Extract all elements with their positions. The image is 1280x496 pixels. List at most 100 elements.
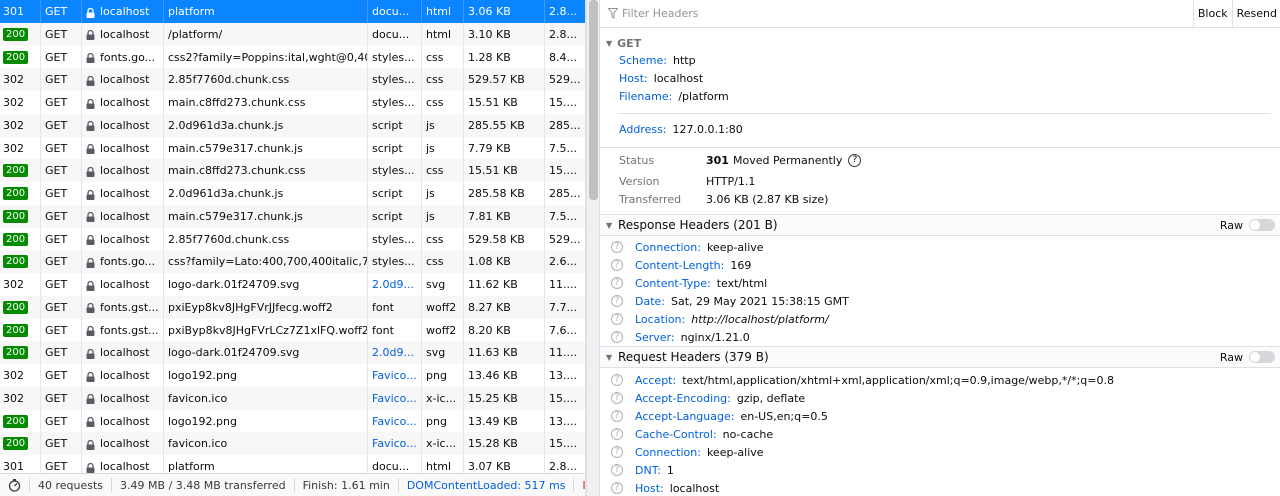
- request-row[interactable]: 200 GET fonts.gst... pxiByp8kv8JHgFVrLCz7Z1…: [0, 318, 585, 342]
- help-icon[interactable]: ?: [611, 482, 623, 494]
- request-row[interactable]: 302 GET localhost 2.85f7760d.chunk.css style…: [0, 68, 585, 92]
- initiator-cell[interactable]: 2.0d9...: [368, 341, 422, 365]
- header-row: ? Location: http://localhost/platform/: [600, 310, 1280, 328]
- transferred-cell: 13.46 KB: [464, 364, 545, 387]
- header-row: ? Connection: keep-alive: [600, 238, 1280, 256]
- request-row[interactable]: 302 GET localhost main.c8ffd273.chunk.css st…: [0, 91, 585, 114]
- header-name: Content-Length:: [635, 258, 725, 272]
- initiator-cell: styles...: [368, 250, 422, 274]
- domain-cell: localhost: [82, 113, 164, 137]
- initiator-cell[interactable]: Favico...: [368, 364, 422, 387]
- help-icon[interactable]: ?: [611, 374, 623, 386]
- network-status-bar: 40 requests 3.49 MB / 3.48 MB transferre…: [0, 473, 585, 496]
- help-icon[interactable]: ?: [611, 277, 623, 289]
- domain-text: localhost: [100, 73, 150, 87]
- file-cell: /platform/: [164, 22, 368, 46]
- header-row: ? Server: nginx/1.21.0: [600, 328, 1280, 346]
- performance-icon[interactable]: [0, 478, 30, 492]
- request-row[interactable]: 302 GET localhost logo192.png Favico... png 13…: [0, 364, 585, 387]
- request-row[interactable]: 200 GET localhost/platform/docu... html 3.10…: [0, 22, 585, 46]
- type-cell: js: [422, 182, 464, 205]
- response-headers-title: Response Headers (201 B): [618, 218, 778, 232]
- transferred-cell: 13.49 KB: [464, 409, 545, 433]
- status-cell: 200: [0, 204, 41, 228]
- help-icon[interactable]: ?: [611, 259, 623, 271]
- request-row[interactable]: 200 GET localhost logo-dark.01f24709.svg 2.0…: [0, 341, 585, 365]
- help-icon[interactable]: ?: [611, 313, 623, 325]
- transferred-cell: 8.27 KB: [464, 295, 545, 319]
- file-cell: platform: [164, 0, 368, 23]
- domain-cell: localhost: [82, 341, 164, 365]
- resend-button[interactable]: Resend: [1231, 0, 1280, 28]
- scrollbar-thumb[interactable]: [589, 0, 598, 200]
- file-cell: main.c579e317.chunk.js: [164, 136, 368, 160]
- domcontentloaded-time: DOMContentLoaded: 517 ms: [399, 478, 575, 492]
- initiator-cell[interactable]: Favico...: [368, 432, 422, 456]
- initiator-cell[interactable]: 2.0d9...: [368, 273, 422, 296]
- request-row[interactable]: 200 GET fonts.go... css2?family=Poppins:ita…: [0, 45, 585, 69]
- request-headers-section-header[interactable]: ▼ Request Headers (379 B) Raw: [600, 346, 1280, 368]
- transferred-cell: 285.58 KB: [464, 182, 545, 205]
- lock-icon: [86, 166, 95, 177]
- request-row[interactable]: 200 GET fonts.gst... pxiEyp8kv8JHgFVrJJfecg…: [0, 295, 585, 319]
- status-help-icon[interactable]: ?: [848, 153, 862, 167]
- transferred-cell: 11.62 KB: [464, 273, 545, 296]
- status-cell: 200: [0, 159, 41, 183]
- block-button[interactable]: Block: [1192, 0, 1232, 28]
- request-row[interactable]: 302 GET localhost logo-dark.01f24709.svg 2.0…: [0, 273, 585, 296]
- request-row[interactable]: 200 GET fonts.go... css?family=Lato:400,700…: [0, 250, 585, 274]
- divider: [600, 147, 1280, 148]
- lock-icon: [86, 371, 95, 382]
- request-row[interactable]: 200 GET localhost logo192.png Favico... png 13…: [0, 409, 585, 433]
- domain-text: localhost: [100, 278, 150, 291]
- response-headers-section-header[interactable]: ▼ Response Headers (201 B) Raw: [600, 214, 1280, 236]
- size-cell: 7.5...: [549, 209, 577, 223]
- request-row[interactable]: 200 GET localhost 2.0d961d3a.chunk.js script…: [0, 182, 585, 205]
- lock-icon: [86, 462, 95, 473]
- general-section-header[interactable]: ▼ GET: [600, 34, 641, 52]
- status-badge: 200: [3, 414, 29, 428]
- lock-icon: [86, 394, 95, 405]
- transferred-total: 3.49 MB / 3.48 MB transferred: [112, 478, 295, 492]
- request-row[interactable]: 200 GET localhost 2.85f7760d.chunk.css style…: [0, 227, 585, 251]
- help-icon[interactable]: ?: [611, 241, 623, 253]
- method-cell: GET: [41, 364, 82, 387]
- request-list-scrollbar[interactable]: [586, 0, 599, 496]
- request-row[interactable]: 200 GET localhost main.c579e317.chunk.js scr…: [0, 204, 585, 228]
- domain-cell: localhost: [82, 182, 164, 205]
- header-row: ? Cache-Control: no-cache: [600, 425, 1280, 443]
- file-cell: logo192.png: [164, 364, 368, 387]
- method-cell: GET: [41, 318, 82, 342]
- filter-headers-input[interactable]: Filter Headers: [600, 7, 1193, 20]
- scheme-key: Scheme:: [619, 53, 667, 67]
- help-icon[interactable]: ?: [611, 331, 623, 343]
- help-icon[interactable]: ?: [611, 410, 623, 422]
- raw-toggle[interactable]: [1249, 219, 1275, 231]
- domain-cell: fonts.go...: [82, 250, 164, 274]
- help-icon[interactable]: ?: [611, 428, 623, 440]
- domain-text: localhost: [100, 27, 150, 41]
- request-row[interactable]: 302 GET localhost 2.0d961d3a.chunk.js script…: [0, 113, 585, 137]
- request-row[interactable]: 200 GET localhost favicon.ico Favico... x-ic.…: [0, 432, 585, 456]
- size-cell: 8.4...: [549, 50, 577, 64]
- request-row[interactable]: 302 GET localhost main.c579e317.chunk.js scr…: [0, 136, 585, 160]
- domain-text: localhost: [100, 346, 150, 360]
- type-cell: js: [422, 136, 464, 160]
- initiator-cell[interactable]: Favico...: [368, 386, 422, 410]
- status-cell: 302: [0, 136, 41, 160]
- request-row[interactable]: 200 GET localhost main.c8ffd273.chunk.css st…: [0, 159, 585, 183]
- request-row[interactable]: 301 GET localhost platform docu... html 3.06 K…: [0, 0, 585, 23]
- size-cell: 2.6...: [549, 255, 577, 269]
- help-icon[interactable]: ?: [611, 392, 623, 404]
- initiator-cell: styles...: [368, 45, 422, 69]
- help-icon[interactable]: ?: [611, 295, 623, 307]
- transferred-cell: 529.58 KB: [464, 227, 545, 251]
- transferred-cell: 15.51 KB: [464, 159, 545, 183]
- raw-toggle[interactable]: [1249, 351, 1275, 363]
- initiator-cell[interactable]: Favico...: [368, 409, 422, 433]
- help-icon[interactable]: ?: [611, 464, 623, 476]
- help-icon[interactable]: ?: [611, 446, 623, 458]
- scheme-row: Scheme: http: [619, 51, 696, 69]
- filename-row: Filename: /platform: [619, 87, 729, 105]
- request-row[interactable]: 302 GET localhost favicon.ico Favico... x-ic.…: [0, 386, 585, 410]
